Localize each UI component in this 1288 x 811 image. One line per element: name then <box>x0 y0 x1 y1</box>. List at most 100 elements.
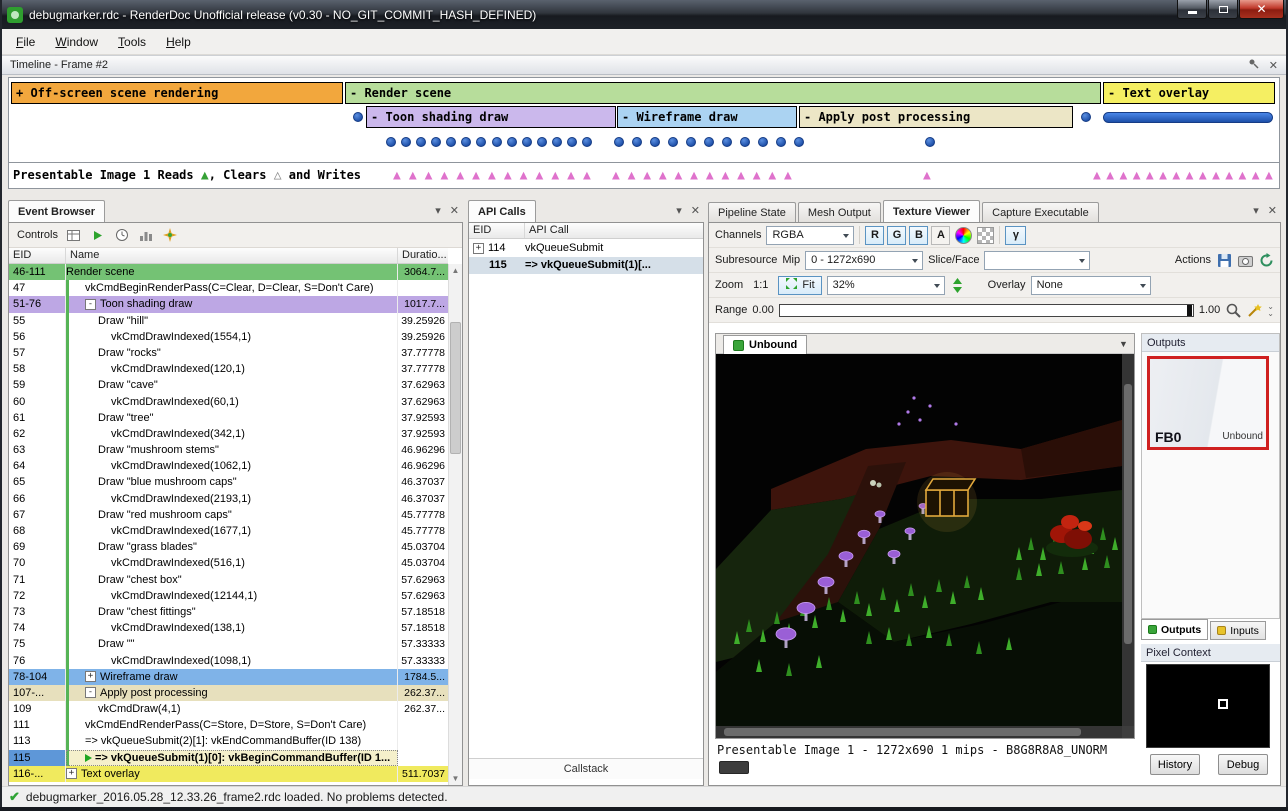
minimize-button[interactable] <box>1177 0 1207 19</box>
col-eid[interactable]: EID <box>469 223 525 238</box>
tab-api-calls[interactable]: API Calls <box>468 200 536 222</box>
tab-event-browser[interactable]: Event Browser <box>8 200 105 222</box>
event-row[interactable]: 74vkCmdDrawIndexed(138,1)57.18518 <box>9 620 448 636</box>
api-row[interactable]: +114vkQueueSubmit <box>469 240 703 257</box>
event-row[interactable]: 47vkCmdBeginRenderPass(C=Clear, D=Clear,… <box>9 280 448 296</box>
color-wheel-icon[interactable] <box>955 227 972 244</box>
pin-icon[interactable] <box>1248 58 1259 72</box>
texture-image[interactable] <box>716 354 1122 726</box>
scroll-thumb[interactable] <box>1124 384 1132 644</box>
channel-a-button[interactable]: A <box>931 226 950 245</box>
event-row[interactable]: 70vkCmdDrawIndexed(516,1)45.03704 <box>9 555 448 571</box>
tab-capture-executable[interactable]: Capture Executable <box>982 202 1099 222</box>
tree-expander[interactable]: + <box>66 768 77 779</box>
event-row[interactable]: 111vkCmdEndRenderPass(C=Store, D=Store, … <box>9 717 448 733</box>
channels-combo[interactable]: RGBA <box>766 226 854 245</box>
tab-outputs[interactable]: Outputs <box>1141 619 1208 640</box>
event-row[interactable]: 57Draw "rocks"37.77778 <box>9 345 448 361</box>
timeline-close-icon[interactable]: ✕ <box>1269 59 1278 72</box>
event-browser-close-icon[interactable]: ✕ <box>450 204 459 217</box>
menu-item-file[interactable]: File <box>6 30 45 54</box>
event-row[interactable]: 73Draw "chest fittings"57.18518 <box>9 604 448 620</box>
tab-inputs[interactable]: Inputs <box>1210 621 1266 640</box>
event-row[interactable]: 59Draw "cave"37.62963 <box>9 377 448 393</box>
range-slider[interactable] <box>779 304 1194 317</box>
event-browser-scrollbar[interactable]: ▲ ▼ <box>448 264 462 785</box>
mip-combo[interactable]: 0 - 1272x690 <box>805 251 923 270</box>
gamma-button[interactable]: γ <box>1005 226 1026 245</box>
event-row[interactable]: 51-76-Toon shading draw1017.7... <box>9 296 448 312</box>
scroll-up-icon[interactable]: ▲ <box>449 264 462 277</box>
col-api-call[interactable]: API Call <box>525 223 703 238</box>
event-row[interactable]: 61Draw "tree"37.92593 <box>9 410 448 426</box>
range-thumb[interactable] <box>1187 305 1192 316</box>
options-star-icon[interactable] <box>162 227 178 243</box>
history-button[interactable]: History <box>1150 754 1200 775</box>
channel-r-button[interactable]: R <box>865 226 884 245</box>
zoom-1to1-button[interactable]: 1:1 <box>748 276 773 295</box>
event-row[interactable]: 116-...+Text overlay511.7037 <box>9 766 448 782</box>
event-row[interactable]: 64vkCmdDrawIndexed(1062,1)46.96296 <box>9 458 448 474</box>
event-row[interactable]: 78-104+Wireframe draw1784.5... <box>9 669 448 685</box>
tree-expander[interactable]: + <box>85 671 96 682</box>
slice-combo[interactable] <box>984 251 1090 270</box>
save-icon[interactable] <box>1216 252 1232 268</box>
event-row[interactable]: 107-...-Apply post processing262.37... <box>9 685 448 701</box>
channel-b-button[interactable]: B <box>909 226 928 245</box>
toolbar-overflow-icon[interactable]: ⌄⌄ <box>1267 303 1274 317</box>
menu-item-tools[interactable]: Tools <box>108 30 156 54</box>
overlay-combo[interactable]: None <box>1031 276 1151 295</box>
checkerboard-icon[interactable] <box>977 227 994 244</box>
callstack-bar[interactable]: Callstack <box>469 758 703 779</box>
event-row[interactable]: 76vkCmdDrawIndexed(1098,1)57.33333 <box>9 653 448 669</box>
scroll-thumb[interactable] <box>724 728 1081 736</box>
scroll-down-icon[interactable]: ▼ <box>449 772 462 785</box>
event-row[interactable]: 68vkCmdDrawIndexed(1677,1)45.77778 <box>9 523 448 539</box>
channel-g-button[interactable]: G <box>887 226 906 245</box>
event-row[interactable]: 60vkCmdDrawIndexed(60,1)37.62963 <box>9 394 448 410</box>
event-row[interactable]: 65Draw "blue mushroom caps"46.37037 <box>9 474 448 490</box>
event-row[interactable]: 115=> vkQueueSubmit(1)[0]: vkBeginComman… <box>9 750 448 766</box>
right-panel-menu-icon[interactable]: ▾ <box>1253 204 1259 217</box>
debug-button[interactable]: Debug <box>1218 754 1268 775</box>
event-row[interactable]: 63Draw "mushroom stems"46.96296 <box>9 442 448 458</box>
api-calls-close-icon[interactable]: ✕ <box>691 204 700 217</box>
timeline-block[interactable]: - Apply post processing <box>799 106 1073 128</box>
tab-mesh-output[interactable]: Mesh Output <box>798 202 881 222</box>
right-panel-close-icon[interactable]: ✕ <box>1268 204 1277 217</box>
bookmark-arrow-icon[interactable] <box>90 227 106 243</box>
maximize-button[interactable] <box>1208 0 1238 19</box>
snapshot-icon[interactable] <box>1237 252 1253 268</box>
texture-vscrollbar[interactable] <box>1122 354 1134 726</box>
event-row[interactable]: 55Draw "hill"39.25926 <box>9 313 448 329</box>
col-name[interactable]: Name <box>66 248 398 263</box>
fit-button[interactable]: Fit <box>778 276 821 295</box>
event-row[interactable]: 109vkCmdDraw(4,1)262.37... <box>9 701 448 717</box>
timeline-block[interactable]: - Text overlay <box>1103 82 1275 104</box>
close-button[interactable]: ✕ <box>1239 0 1284 19</box>
event-row[interactable]: 71Draw "chest box"57.62963 <box>9 572 448 588</box>
menu-item-window[interactable]: Window <box>45 30 108 54</box>
scroll-thumb[interactable] <box>450 322 461 454</box>
autofit-icon[interactable] <box>950 277 966 293</box>
tree-expander[interactable]: - <box>85 687 96 698</box>
api-row[interactable]: 115=> vkQueueSubmit(1)[... <box>469 257 703 274</box>
event-row[interactable]: 113=> vkQueueSubmit(2)[1]: vkEndCommandB… <box>9 733 448 749</box>
timeline-grid-icon[interactable] <box>66 227 82 243</box>
texture-hscrollbar[interactable] <box>716 726 1122 738</box>
wand-icon[interactable] <box>1246 302 1262 318</box>
texture-tab-dropdown-icon[interactable]: ▼ <box>1116 337 1131 351</box>
event-row[interactable]: 72vkCmdDrawIndexed(12144,1)57.62963 <box>9 588 448 604</box>
event-row[interactable]: 69Draw "grass blades"45.03704 <box>9 539 448 555</box>
tree-expander[interactable]: - <box>85 299 96 310</box>
col-duration[interactable]: Duratio... <box>398 248 448 263</box>
event-row[interactable]: 66vkCmdDrawIndexed(2193,1)46.37037 <box>9 491 448 507</box>
magnifier-icon[interactable] <box>1225 302 1241 318</box>
timeline-block[interactable]: - Wireframe draw <box>617 106 797 128</box>
time-icon[interactable] <box>114 227 130 243</box>
col-eid[interactable]: EID <box>9 248 66 263</box>
fb0-thumbnail[interactable]: FB0 Unbound <box>1147 356 1269 450</box>
tree-expander[interactable]: + <box>473 243 484 254</box>
event-row[interactable]: 62vkCmdDrawIndexed(342,1)37.92593 <box>9 426 448 442</box>
event-row[interactable]: 56vkCmdDrawIndexed(1554,1)39.25926 <box>9 329 448 345</box>
